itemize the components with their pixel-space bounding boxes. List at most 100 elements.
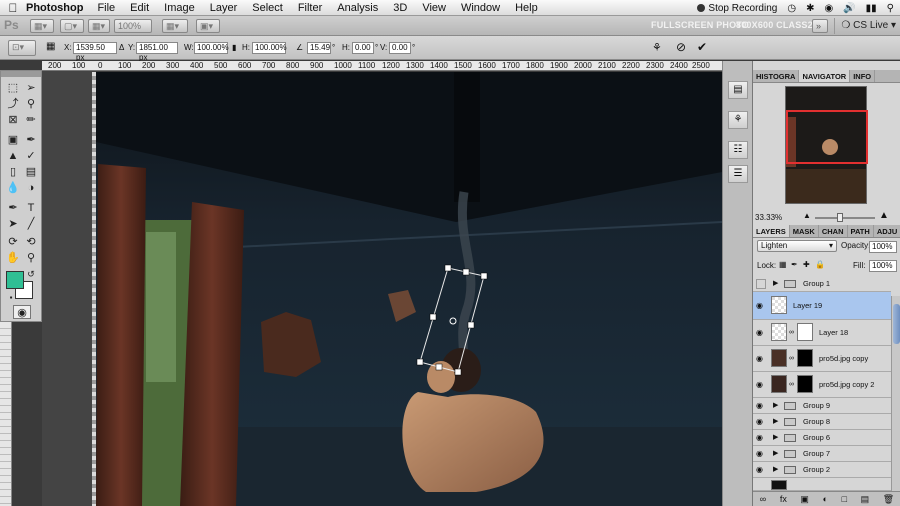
battery-icon[interactable]: ▮▮ [866,3,877,14]
transform-handle[interactable] [462,268,470,276]
screen-mode-button[interactable]: ▣▾ [196,19,220,33]
cancel-transform-icon[interactable]: ⊘ [676,40,686,54]
clone-source-panel-icon[interactable]: ☷ [728,141,748,159]
layer-style-icon[interactable]: fx [780,494,787,504]
lock-all-icon[interactable]: 🔒 [815,260,825,269]
navigator-view-box[interactable] [786,110,868,164]
menu-edit[interactable]: Edit [130,2,149,14]
layer-row[interactable] [753,478,891,491]
expand-arrow-icon[interactable]: ▶ [773,465,778,473]
gradient-tool-icon[interactable]: ▤ [23,165,39,179]
angle-field[interactable]: 15.49 [307,42,331,54]
tab-histogram[interactable]: HISTOGRA [753,70,800,82]
chain-link-icon[interactable]: ∞ [789,381,794,388]
height-field[interactable]: 100.00% [252,42,287,54]
transform-handle[interactable] [435,363,443,371]
layer-row[interactable]: ◉ ▶ Group 2 [753,462,891,478]
mini-bridge-button[interactable]: ▢▾ [60,19,84,33]
menu-help[interactable]: Help [515,2,538,14]
transform-handle[interactable] [429,313,437,321]
pen-tool-icon[interactable]: ✒ [5,201,21,215]
y-position-field[interactable]: 1851.00 px [136,42,178,62]
menu-view[interactable]: View [422,2,446,14]
eye-icon[interactable]: ◉ [756,354,766,363]
cs-live-button[interactable]: ❍ CS Live ▾ [834,18,896,34]
blur-tool-icon[interactable]: 💧 [5,181,21,195]
hand-tool-icon[interactable]: ✋ [5,251,21,265]
document-canvas[interactable] [96,72,722,506]
workspace-fullscreen-photo[interactable]: FULLSCREEN PHOTO [651,20,749,30]
menu-select[interactable]: Select [252,2,283,14]
wifi-icon[interactable]: ◉ [824,3,833,14]
dodge-tool-icon[interactable]: ◑ [23,181,39,195]
navigator-zoom-value[interactable]: 33.33% [755,213,782,222]
marquee-tool-icon[interactable]: ⬚ [5,81,21,95]
navigator-thumbnail[interactable] [785,86,868,204]
visibility-toggle-off[interactable] [756,279,766,289]
layer-row[interactable]: ◉ ▶ Group 6 [753,430,891,446]
lock-transparency-icon[interactable]: ▦ [779,260,787,269]
zoom-out-icon[interactable]: ▲ [803,211,811,220]
tool-preset-picker[interactable]: ⊡▾ [8,40,36,56]
expand-arrow-icon[interactable]: ▶ [773,417,778,425]
lasso-tool-icon[interactable]: ⤴ [5,97,21,111]
eye-icon[interactable]: ◉ [756,301,766,310]
chain-link-icon[interactable]: ∞ [789,329,794,336]
expand-arrow-icon[interactable]: ▶ [773,401,778,409]
tab-masks[interactable]: MASK [790,225,819,237]
arrange-documents-button[interactable]: ▦▾ [162,19,188,33]
expand-arrow-icon[interactable]: ▶ [773,279,778,287]
blend-mode-select[interactable]: Lighten ▾ [757,240,837,252]
lock-pixels-icon[interactable]: ✒ [791,260,798,269]
menu-3d[interactable]: 3D [393,2,407,14]
zoom-slider-thumb[interactable] [837,213,843,222]
menu-filter[interactable]: Filter [298,2,322,14]
path-selection-tool-icon[interactable]: ➤ [5,217,21,231]
reference-point-icon[interactable]: ▦ [46,41,62,55]
fill-field[interactable]: 100% [869,260,897,272]
actions-panel-icon[interactable]: ⚘ [728,111,748,129]
brushes-panel-icon[interactable]: ☰ [728,165,748,183]
tab-layers[interactable]: LAYERS [753,225,790,237]
layer-row-selected[interactable]: ◉ Layer 19 [753,292,891,320]
app-menu[interactable]: Photoshop [26,2,83,14]
expand-arrow-icon[interactable]: ▶ [773,449,778,457]
tab-adjustments[interactable]: ADJU [874,225,900,237]
apple-icon[interactable]:  [0,1,26,15]
menu-layer[interactable]: Layer [210,2,238,14]
eye-icon[interactable]: ◉ [756,449,766,458]
transform-handle[interactable] [444,264,452,272]
foreground-color-swatch[interactable] [6,271,24,289]
eye-icon[interactable]: ◉ [756,417,766,426]
stop-recording-button[interactable]: Stop Recording [697,3,777,14]
trash-icon[interactable]: 🗑 [883,494,894,505]
layers-scrollbar[interactable] [891,296,900,491]
extras-button[interactable]: ▦▾ [88,19,110,33]
width-field[interactable]: 100.00% [194,42,229,54]
crop-tool-icon[interactable]: ⊠ [5,113,21,127]
type-tool-icon[interactable]: T [23,201,39,215]
adjustment-layer-icon[interactable]: ◐ [823,494,828,504]
menu-window[interactable]: Window [461,2,500,14]
layers-scrollbar-thumb[interactable] [893,304,900,344]
transform-handle[interactable] [454,368,462,376]
tab-info[interactable]: INFO [850,70,876,82]
layer-row[interactable]: ▶ Group 1 [753,276,891,292]
horizontal-skew-field[interactable]: 0.00 [352,42,374,54]
quick-mask-icon[interactable]: ◉ [13,305,31,319]
link-icon[interactable]: ▮ [232,42,236,54]
new-layer-icon[interactable]: ▤ [861,494,870,505]
layer-row[interactable]: ◉ ∞ pro5d.jpg copy 2 [753,372,891,398]
layer-row[interactable]: ◉ ∞ pro5d.jpg copy [753,346,891,372]
3d-orbit-tool-icon[interactable]: ⟲ [23,235,39,249]
menu-analysis[interactable]: Analysis [337,2,378,14]
eye-icon[interactable]: ◉ [756,433,766,442]
default-colors-icon[interactable]: ▪ [3,291,19,305]
eraser-tool-icon[interactable]: ▯ [5,165,21,179]
history-brush-tool-icon[interactable]: ✓ [23,149,39,163]
commit-transform-icon[interactable]: ✔ [697,40,707,54]
3d-rotate-tool-icon[interactable]: ⟳ [5,235,21,249]
shape-tool-icon[interactable]: ╱ [23,217,39,231]
layer-row[interactable]: ◉ ∞ Layer 18 [753,320,891,346]
tab-navigator[interactable]: NAVIGATOR [799,70,851,82]
